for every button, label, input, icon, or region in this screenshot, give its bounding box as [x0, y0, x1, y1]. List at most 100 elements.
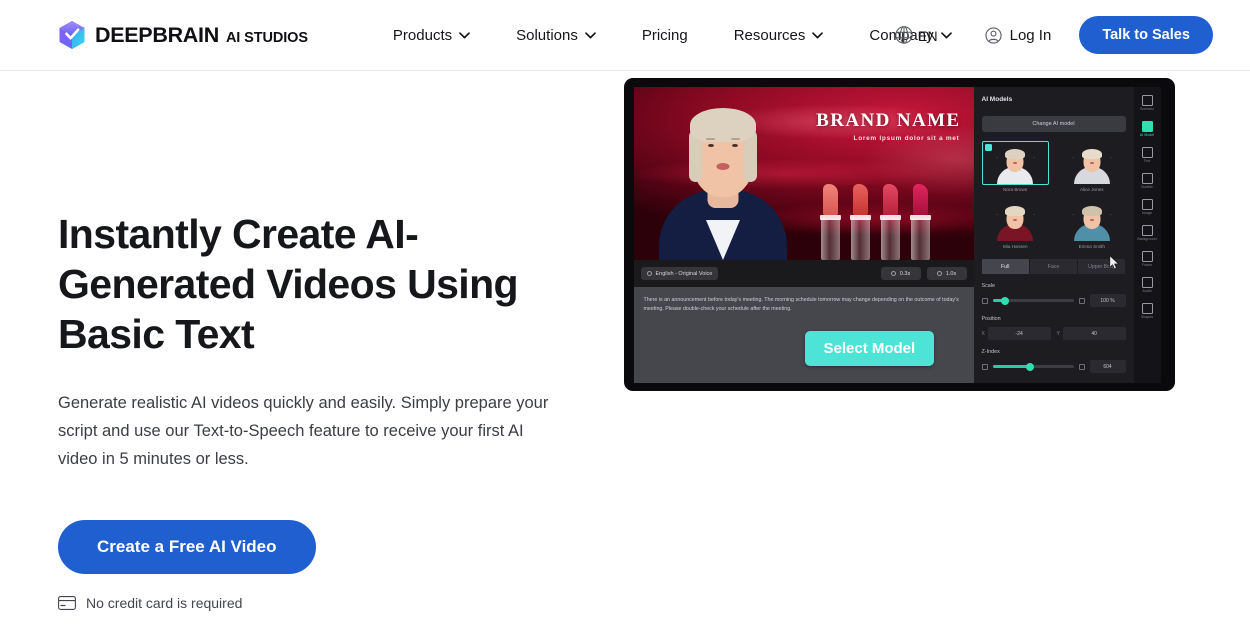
hero-section: Instantly Create AI-Generated Videos Usi…: [0, 71, 1250, 630]
chevron-down-icon: [584, 31, 596, 38]
position-x-input[interactable]: -24: [987, 327, 1051, 340]
nav-item-pricing[interactable]: Pricing: [619, 19, 711, 52]
nav-label-solutions: Solutions: [516, 26, 578, 44]
rail-item-ai-model[interactable]: AI Model: [1135, 118, 1160, 140]
rail-item-audio[interactable]: Audio: [1135, 274, 1160, 296]
hero-copy: Instantly Create AI-Generated Videos Usi…: [58, 71, 606, 630]
voice-language-chip[interactable]: English - Original Voice: [640, 267, 719, 280]
model-card[interactable]: Mia Hansen: [982, 198, 1050, 249]
start-delay-label: 0.3s: [899, 270, 911, 277]
scale-large-icon: [1078, 297, 1085, 304]
rail-label: Background: [1137, 237, 1157, 241]
position-y-axis: Y: [1056, 330, 1060, 337]
model-name: Nora Brown: [1003, 187, 1028, 192]
app-preview-mockup: BRAND NAME Lorem Ipsum dolor sit a met E…: [623, 78, 1175, 391]
lipstick-item: [878, 178, 903, 260]
model-card[interactable]: Nora Brown: [981, 141, 1049, 192]
clock-icon: [890, 271, 896, 276]
nav-item-solutions[interactable]: Solutions: [493, 19, 619, 52]
voice-language-label: English - Original Voice: [655, 270, 713, 277]
select-model-button[interactable]: Select Model: [804, 331, 935, 366]
brand-logo-link[interactable]: DEEPBRAIN AI STUDIOS: [58, 20, 308, 50]
scale-slider[interactable]: [992, 296, 1074, 305]
rail-item-image[interactable]: Image: [1135, 196, 1160, 218]
tab-full[interactable]: Full: [981, 259, 1029, 274]
end-delay-chip[interactable]: 1.0s: [926, 267, 967, 280]
position-y-input[interactable]: 40: [1062, 327, 1126, 340]
lipstick-group: [818, 168, 968, 260]
rail-label: Scenario: [1139, 107, 1155, 111]
start-delay-chip[interactable]: 0.3s: [880, 267, 921, 280]
rail-item-scenario[interactable]: Scenario: [1135, 92, 1160, 114]
avatar-mouth: [716, 163, 729, 170]
brand-subtitle: AI STUDIOS: [225, 29, 308, 46]
position-x-axis: X: [981, 330, 985, 337]
rail-label: Frame: [1141, 263, 1153, 267]
rail-label: Subtitle: [1141, 185, 1153, 189]
avatar: [658, 94, 787, 260]
rail-label: Shapes: [1140, 315, 1154, 319]
video-canvas[interactable]: BRAND NAME Lorem Ipsum dolor sit a met: [633, 87, 974, 260]
header-actions: Log In Talk to Sales: [975, 16, 1213, 54]
rail-item-subtitle[interactable]: Subtitle: [1135, 170, 1160, 192]
avatar-hair-top: [689, 108, 756, 142]
canvas-brand-subtitle: Lorem Ipsum dolor sit a met: [853, 135, 960, 142]
nav-label-resources: Resources: [733, 26, 806, 44]
rail-item-frame[interactable]: Frame: [1135, 248, 1160, 270]
frame-icon: [1141, 251, 1153, 262]
ai-models-panel: AI Models Change AI model Nora Brown Ali…: [973, 87, 1134, 383]
no-credit-card-note: No credit card is required: [58, 595, 606, 611]
scale-control: 100 %: [981, 294, 1126, 307]
user-circle-icon: [984, 26, 1002, 44]
rail-item-background[interactable]: Background: [1135, 222, 1160, 244]
rail-item-text[interactable]: Text: [1135, 144, 1160, 166]
avatar-eye-left: [707, 143, 714, 147]
zindex-front-icon: [1078, 363, 1085, 370]
zindex-value[interactable]: 604: [1089, 360, 1126, 373]
rail-item-shapes[interactable]: Shapes: [1135, 300, 1160, 322]
position-label: Position: [981, 316, 1001, 322]
ai-models-title: AI Models: [981, 96, 1013, 103]
brand-name: DEEPBRAIN: [95, 22, 219, 47]
zindex-label: Z-Index: [981, 349, 1000, 355]
scale-value[interactable]: 100 %: [1089, 294, 1126, 307]
voice-icon: [646, 271, 652, 276]
avatar-eye-right: [731, 143, 738, 147]
tab-face[interactable]: Face: [1029, 259, 1078, 274]
scenario-icon: [1141, 95, 1153, 106]
lipstick-item: [848, 184, 873, 260]
nav-item-products[interactable]: Products: [370, 19, 493, 52]
talk-to-sales-button[interactable]: Talk to Sales: [1079, 16, 1213, 54]
zindex-slider[interactable]: [992, 362, 1074, 371]
canvas-toolbar: English - Original Voice 0.3s 1.0s: [633, 260, 974, 287]
chevron-down-icon: [812, 31, 824, 38]
login-label: Log In: [1009, 26, 1052, 44]
image-icon: [1141, 199, 1153, 210]
clock-icon: [936, 271, 942, 276]
avatar-collar: [705, 220, 740, 260]
model-name: Emma Smith: [1078, 244, 1105, 249]
nav-item-resources[interactable]: Resources: [711, 19, 847, 52]
main-navigation: Products Solutions Pricing Resources Com…: [370, 19, 975, 52]
model-card[interactable]: Emma Smith: [1058, 198, 1126, 249]
subtitle-icon: [1141, 173, 1153, 184]
login-button[interactable]: Log In: [975, 19, 1066, 52]
text-icon: [1141, 147, 1153, 158]
lipstick-item: [908, 172, 933, 260]
scale-label: Scale: [981, 283, 996, 289]
model-card[interactable]: Alice Jones: [1058, 141, 1126, 192]
no-credit-card-label: No credit card is required: [86, 595, 243, 611]
rail-label: Audio: [1142, 289, 1152, 293]
zindex-back-icon: [981, 363, 988, 370]
mouse-cursor-icon: [1109, 255, 1119, 270]
hero-description: Generate realistic AI videos quickly and…: [58, 394, 549, 468]
audio-icon: [1141, 277, 1153, 288]
create-free-ai-video-button[interactable]: Create a Free AI Video: [58, 520, 316, 574]
rail-label: AI Model: [1139, 133, 1155, 137]
change-ai-model-button[interactable]: Change AI model: [981, 116, 1126, 132]
canvas-brand-title: BRAND NAME: [816, 110, 961, 131]
language-selector[interactable]: [893, 24, 915, 46]
crop-mode-tabs: Full Face Upper Body: [981, 259, 1126, 274]
ai-model-icon: [1141, 121, 1153, 132]
site-header: DEEPBRAIN AI STUDIOS Products Solutions …: [0, 0, 1250, 71]
